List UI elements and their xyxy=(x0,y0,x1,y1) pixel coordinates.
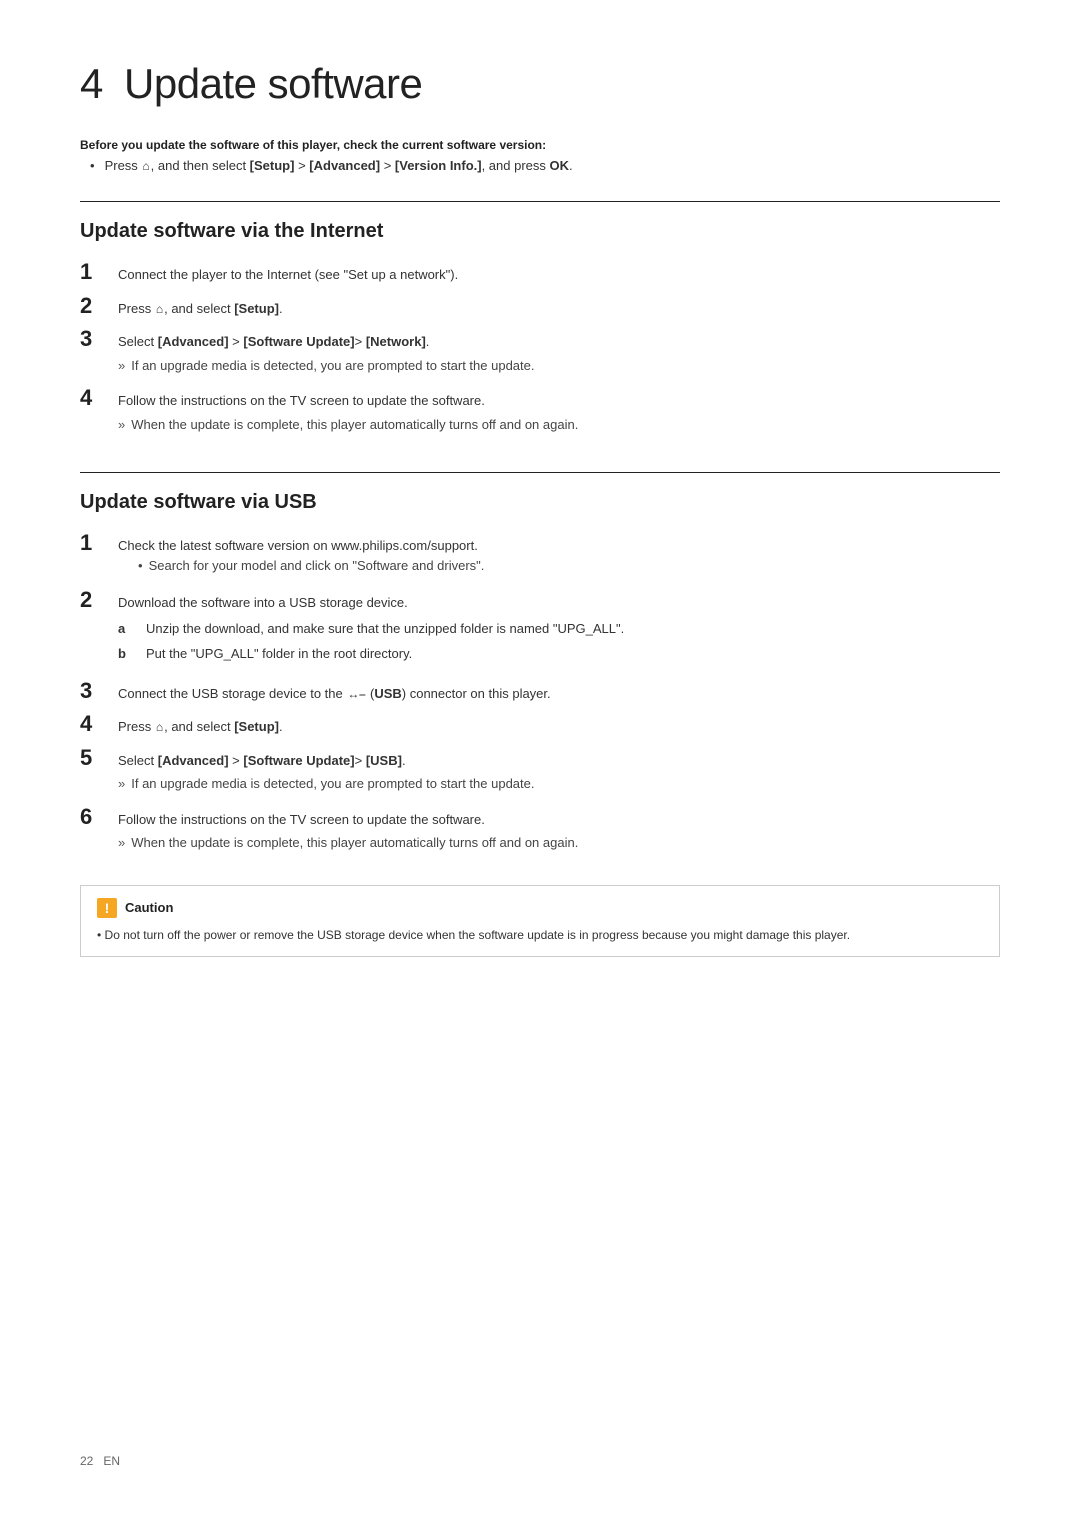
page-footer: 22 EN xyxy=(80,1454,120,1468)
usb-step-3-content: Connect the USB storage device to the ↔⎯… xyxy=(118,684,1000,704)
home-icon-usb4: ⌂ xyxy=(156,718,163,736)
usb-step-5: 5 Select [Advanced] > [Software Update]>… xyxy=(80,747,1000,796)
usb-step-1-bullet: Search for your model and click on "Soft… xyxy=(138,556,1000,576)
usb-step-2a: a Unzip the download, and make sure that… xyxy=(118,619,1000,639)
alpha-content-a: Unzip the download, and make sure that t… xyxy=(146,619,1000,639)
internet-step-4: 4 Follow the instructions on the TV scre… xyxy=(80,387,1000,436)
usb-step-1-content: Check the latest software version on www… xyxy=(118,536,1000,579)
caution-box: ! Caution • Do not turn off the power or… xyxy=(80,885,1000,957)
caution-text: • Do not turn off the power or remove th… xyxy=(97,926,983,944)
step-4-sub: When the update is complete, this player… xyxy=(118,415,1000,435)
internet-step-1: 1 Connect the player to the Internet (se… xyxy=(80,261,1000,285)
usb-step-2-alpha: a Unzip the download, and make sure that… xyxy=(118,619,1000,664)
step-3-sub-1: If an upgrade media is detected, you are… xyxy=(118,356,1000,376)
usb-steps: 1 Check the latest software version on w… xyxy=(80,532,1000,855)
usb-step-number-5: 5 xyxy=(80,747,118,769)
usb-step-6-sub: When the update is complete, this player… xyxy=(118,833,1000,853)
caution-title: Caution xyxy=(125,900,173,915)
usb-step-2b: b Put the "UPG_ALL" folder in the root d… xyxy=(118,644,1000,664)
prereq-text: Press ⌂, and then select [Setup] > [Adva… xyxy=(105,158,573,173)
usb-step-4-content: Press ⌂, and select [Setup]. xyxy=(118,717,1000,737)
usb-step-number-3: 3 xyxy=(80,680,118,702)
usb-icon: ↔⎯ xyxy=(347,685,365,703)
alpha-label-a: a xyxy=(118,619,146,639)
alpha-label-b: b xyxy=(118,644,146,664)
usb-step-number-6: 6 xyxy=(80,806,118,828)
step-4-sub-1: When the update is complete, this player… xyxy=(118,415,1000,435)
usb-step-2-content: Download the software into a USB storage… xyxy=(118,593,1000,670)
internet-steps: 1 Connect the player to the Internet (se… xyxy=(80,261,1000,436)
step-number-3: 3 xyxy=(80,328,118,350)
usb-step-6: 6 Follow the instructions on the TV scre… xyxy=(80,806,1000,855)
step-number-4: 4 xyxy=(80,387,118,409)
step-3-content: Select [Advanced] > [Software Update]> [… xyxy=(118,332,1000,377)
step-1-content: Connect the player to the Internet (see … xyxy=(118,265,1000,285)
usb-step-1: 1 Check the latest software version on w… xyxy=(80,532,1000,579)
step-number-1: 1 xyxy=(80,261,118,283)
home-icon-2: ⌂ xyxy=(156,300,163,318)
step-4-content: Follow the instructions on the TV screen… xyxy=(118,391,1000,436)
section-divider-usb xyxy=(80,472,1000,473)
page-number: 22 xyxy=(80,1454,93,1468)
caution-header: ! Caution xyxy=(97,898,983,918)
step-2-content: Press ⌂, and select [Setup]. xyxy=(118,299,1000,319)
usb-step-6-sub-1: When the update is complete, this player… xyxy=(118,833,1000,853)
usb-step-number-2: 2 xyxy=(80,589,118,611)
internet-step-3: 3 Select [Advanced] > [Software Update]>… xyxy=(80,328,1000,377)
usb-step-4: 4 Press ⌂, and select [Setup]. xyxy=(80,713,1000,737)
prereq-label: Before you update the software of this p… xyxy=(80,138,1000,152)
chapter-title: 4 Update software xyxy=(80,60,1000,108)
step-3-sub: If an upgrade media is detected, you are… xyxy=(118,356,1000,376)
usb-step-5-content: Select [Advanced] > [Software Update]> [… xyxy=(118,751,1000,796)
page-language: EN xyxy=(103,1454,120,1468)
usb-step-number-4: 4 xyxy=(80,713,118,735)
prereq-section: Before you update the software of this p… xyxy=(80,138,1000,173)
usb-step-3: 3 Connect the USB storage device to the … xyxy=(80,680,1000,704)
section-usb-title: Update software via USB xyxy=(80,491,1000,514)
usb-step-5-sub: If an upgrade media is detected, you are… xyxy=(118,774,1000,794)
section-internet: Update software via the Internet 1 Conne… xyxy=(80,201,1000,436)
section-divider-internet xyxy=(80,201,1000,202)
internet-step-2: 2 Press ⌂, and select [Setup]. xyxy=(80,295,1000,319)
usb-step-2: 2 Download the software into a USB stora… xyxy=(80,589,1000,670)
usb-step-6-content: Follow the instructions on the TV screen… xyxy=(118,810,1000,855)
step-number-2: 2 xyxy=(80,295,118,317)
section-usb: Update software via USB 1 Check the late… xyxy=(80,472,1000,957)
usb-step-5-sub-1: If an upgrade media is detected, you are… xyxy=(118,774,1000,794)
chapter-title-text: Update software xyxy=(124,60,422,107)
caution-bullet: • xyxy=(97,928,105,942)
caution-text-content: Do not turn off the power or remove the … xyxy=(105,928,851,942)
alpha-content-b: Put the "UPG_ALL" folder in the root dir… xyxy=(146,644,1000,664)
home-icon: ⌂ xyxy=(142,159,149,173)
chapter-number: 4 xyxy=(80,60,103,107)
caution-icon: ! xyxy=(97,898,117,918)
usb-step-number-1: 1 xyxy=(80,532,118,554)
section-internet-title: Update software via the Internet xyxy=(80,220,1000,243)
bullet-dot: • xyxy=(90,158,95,173)
prereq-item: • Press ⌂, and then select [Setup] > [Ad… xyxy=(80,158,1000,173)
